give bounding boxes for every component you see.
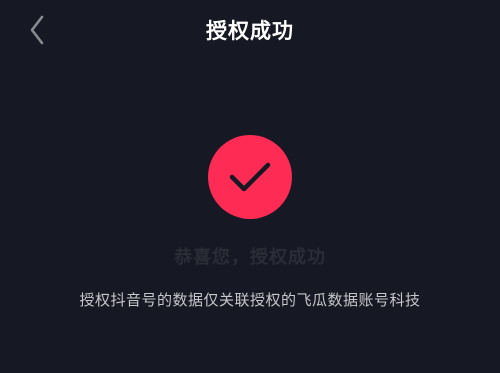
page-title: 授权成功 [206, 19, 294, 43]
success-badge [208, 135, 292, 219]
success-description: 授权抖音号的数据仅关联授权的飞瓜数据账号科技 [79, 291, 421, 309]
header-bar: 授权成功 [0, 0, 500, 64]
success-headline: 恭喜您，授权成功 [174, 247, 326, 268]
checkmark-icon [229, 162, 271, 192]
